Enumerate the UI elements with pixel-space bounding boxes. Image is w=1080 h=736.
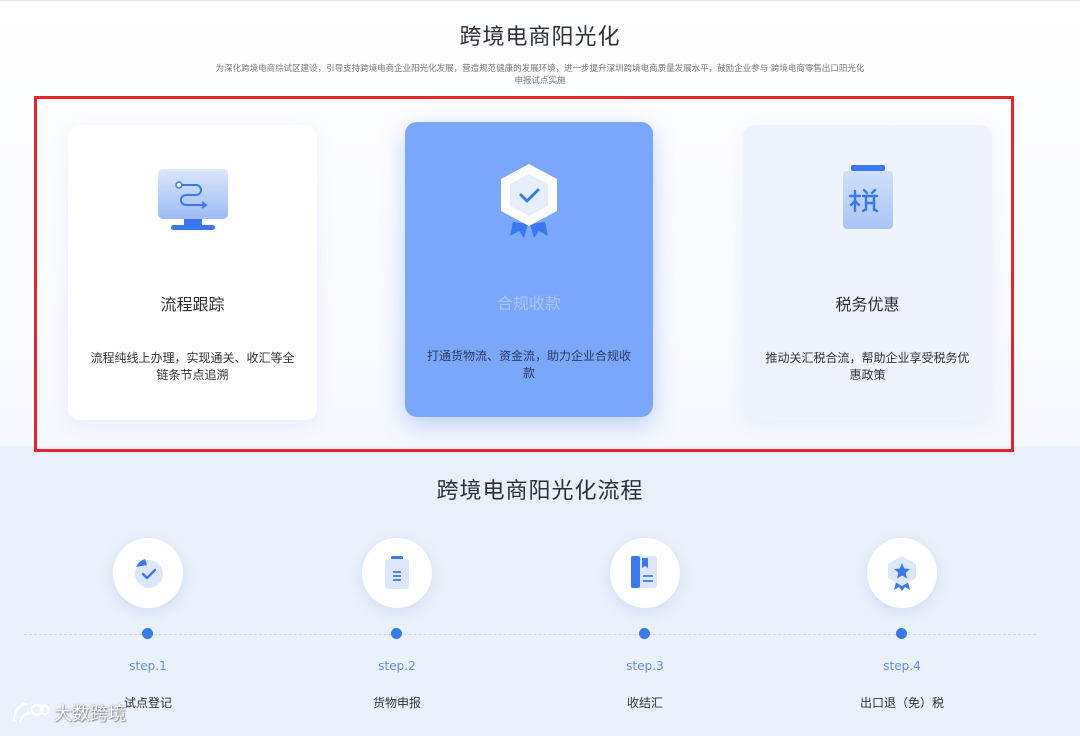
- bookmark-doc-icon: [610, 538, 680, 608]
- page-title: 跨境电商阳光化: [459, 25, 621, 50]
- step-label: step.1: [129, 659, 167, 673]
- step-name: 出口退（免）税: [859, 696, 944, 710]
- step-dot: [896, 628, 907, 639]
- check-badge-icon: [113, 538, 183, 608]
- flow-step-4[interactable]: step.4 出口退（免）税: [822, 538, 982, 718]
- step-label: step.2: [378, 659, 416, 673]
- watermark-logo-icon: [12, 702, 50, 724]
- card-title: 税务优惠: [835, 295, 900, 314]
- shield-check-icon: [405, 160, 653, 240]
- flow-step-3[interactable]: step.3 收结汇: [565, 538, 725, 718]
- step-dot: [142, 628, 153, 639]
- tax-document-icon: [743, 163, 992, 243]
- flow-section: 跨境电商阳光化流程 step.1 试点登记 step.2 货物申报 step.3…: [0, 446, 1080, 736]
- card-desc: 推动关汇税合流，帮助企业享受税务优惠政策: [765, 351, 970, 382]
- flow-step-2[interactable]: step.2 货物申报: [317, 538, 477, 718]
- flow-step-1[interactable]: step.1 试点登记: [68, 538, 228, 718]
- step-dot: [639, 628, 650, 639]
- step-name: 收结汇: [626, 696, 663, 710]
- step-label: step.4: [883, 659, 921, 673]
- card-title: 流程跟踪: [160, 295, 225, 314]
- card-desc: 打通货物流、资金流，助力企业合规收款: [427, 349, 632, 380]
- document-list-icon: [362, 538, 432, 608]
- watermark: 大数跨境: [10, 700, 126, 726]
- step-label: step.3: [626, 659, 664, 673]
- intro-text: 为深化跨境电商综试区建设，引导支持跨境电商企业阳光化发展，营造规范健康的发展环境…: [215, 64, 865, 86]
- flow-title: 跨境电商阳光化流程: [436, 479, 644, 504]
- card-desc: 流程纯线上办理，实现通关、收汇等全链条节点追溯: [90, 351, 295, 382]
- feature-card-process-tracking[interactable]: 流程跟踪 流程纯线上办理，实现通关、收汇等全链条节点追溯: [68, 125, 317, 420]
- feature-card-tax-benefits[interactable]: 税务优惠 推动关汇税合流，帮助企业享受税务优惠政策: [743, 125, 992, 420]
- watermark-text: 大数跨境: [54, 704, 126, 725]
- card-title: 合规收款: [496, 294, 561, 313]
- monitor-route-icon: [68, 163, 317, 243]
- step-dot: [391, 628, 402, 639]
- intro-section: 跨境电商阳光化 为深化跨境电商综试区建设，引导支持跨境电商企业阳光化发展，营造规…: [0, 0, 1080, 446]
- feature-card-compliant-collection[interactable]: 合规收款 打通货物流、资金流，助力企业合规收款: [405, 122, 653, 417]
- star-shield-icon: [867, 538, 937, 608]
- step-name: 货物申报: [372, 696, 421, 710]
